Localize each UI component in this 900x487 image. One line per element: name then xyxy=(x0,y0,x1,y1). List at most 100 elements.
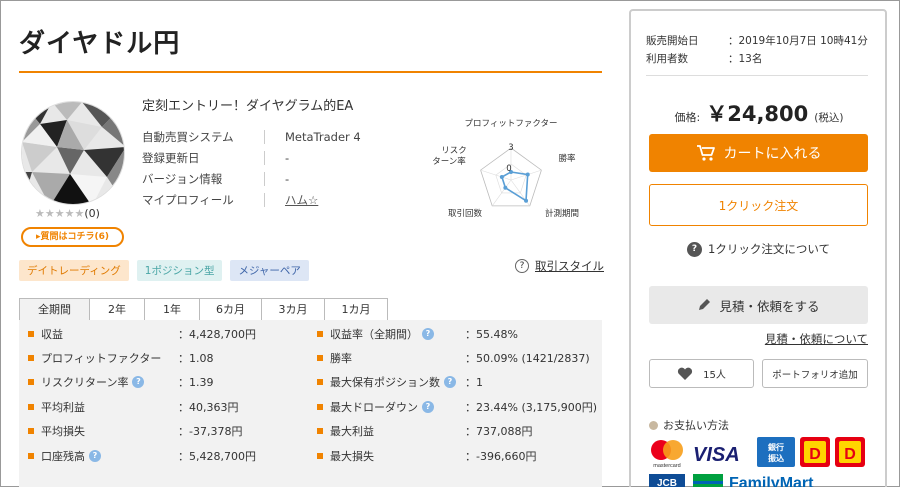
stat-row: リスクリターン率? ：1.39 xyxy=(28,370,214,393)
info-value: - xyxy=(285,150,290,165)
help-icon[interactable]: ? xyxy=(89,449,101,462)
tag-major-pair[interactable]: メジャーペア xyxy=(230,260,309,281)
visa-logo: VISA xyxy=(693,444,740,466)
cart-icon xyxy=(696,145,715,161)
stat-value: ：40,363円 xyxy=(178,400,239,414)
radar-chart: プロフィットファクター 勝率 計測期間 取引回数 リスク ターン率 3 0 xyxy=(432,119,579,219)
radar-label-trades: 取引回数 xyxy=(448,208,483,219)
stat-value: ：4,428,700円 xyxy=(178,327,256,341)
stat-value: ：1.08 xyxy=(178,351,214,365)
svg-text:D: D xyxy=(809,446,821,463)
jcb-logo: JCB xyxy=(649,474,685,487)
profile-link[interactable]: ハム☆ xyxy=(285,192,385,208)
quote-about-link[interactable]: 見積・依頼について xyxy=(701,331,868,347)
familymart-logo: FamilyMart xyxy=(693,474,814,487)
meta-value: ：13名 xyxy=(728,52,763,65)
review-count: (0) xyxy=(84,207,100,220)
stat-label: 平均利益 xyxy=(41,400,85,414)
price-value: ￥24,800 xyxy=(706,102,809,126)
tab-all[interactable]: 全期間 xyxy=(19,298,90,321)
title-divider xyxy=(19,71,602,73)
meta-key: 販売開始日 xyxy=(646,34,699,47)
radar-scale-mid: 0 xyxy=(506,164,511,174)
help-icon[interactable]: ? xyxy=(422,327,434,340)
stat-label: 最大利益 xyxy=(330,424,374,438)
radar-label-risk-1: リスク xyxy=(441,146,467,156)
stat-row: 収益率（全期間）? ：55.48% xyxy=(317,322,518,345)
info-row-updated: 登録更新日 - xyxy=(142,147,385,168)
stat-value: ：55.48% xyxy=(465,327,518,341)
stat-row: 最大利益 ：737,088円 xyxy=(317,419,533,442)
meta-key: 利用者数 xyxy=(646,52,688,65)
help-icon[interactable]: ? xyxy=(422,400,434,413)
stat-label: 口座残高 xyxy=(41,449,85,463)
bullet-icon xyxy=(649,420,658,430)
stat-label: 勝率 xyxy=(330,351,352,365)
stat-value: ：-37,378円 xyxy=(178,424,243,438)
meta-value: ：2019年10月7日 10時41分 xyxy=(728,34,868,47)
info-row-version: バージョン情報 - xyxy=(142,168,385,189)
meta-row: 販売開始日 ：2019年10月7日 10時41分 xyxy=(646,31,868,49)
cart-label: カートに入れる xyxy=(723,146,822,162)
add-to-cart-button[interactable]: カートに入れる xyxy=(649,134,868,172)
price-label: 価格: xyxy=(674,111,701,124)
tab-3m[interactable]: 3カ月 xyxy=(261,298,325,321)
quote-label: 見積・依頼をする xyxy=(719,298,820,314)
favorite-count: 15人 xyxy=(703,370,726,381)
radar-label-winrate: 勝率 xyxy=(558,153,576,164)
help-icon: ? xyxy=(515,259,529,273)
info-value: MetaTrader 4 xyxy=(285,129,361,144)
info-row-profile: マイプロフィール ハム☆ xyxy=(142,189,385,210)
tab-6m[interactable]: 6カ月 xyxy=(199,298,262,321)
radar-point-winrate xyxy=(525,172,530,177)
stat-label: 平均損失 xyxy=(41,424,85,438)
svg-text:銀行: 銀行 xyxy=(767,442,784,452)
stat-label: プロフィットファクター xyxy=(41,351,162,365)
price: 価格: ￥24,800 (税込) xyxy=(649,98,869,128)
stat-label: 最大ドローダウン xyxy=(330,400,418,414)
payment-heading: お支払い方法 xyxy=(649,417,729,433)
stat-row: プロフィットファクター ：1.08 xyxy=(28,346,214,369)
stat-value: ：-396,660円 xyxy=(465,449,537,463)
stat-row: 平均損失 ：-37,378円 xyxy=(28,419,242,442)
question-button[interactable]: ▸質問はコチラ(6) xyxy=(21,227,124,247)
trade-style-link[interactable]: ? 取引スタイル xyxy=(515,258,604,274)
help-icon[interactable]: ? xyxy=(132,375,145,388)
stat-value: ：5,428,700円 xyxy=(178,449,256,463)
daily-logo: D xyxy=(835,437,865,467)
one-click-about-link[interactable]: ? 1クリック注文について xyxy=(649,241,868,257)
bank-transfer-logo: 銀行 振込 xyxy=(757,437,795,467)
radar-point-trades xyxy=(503,185,508,190)
one-click-order-button[interactable]: 1クリック注文 xyxy=(649,184,868,226)
help-icon[interactable]: ? xyxy=(444,375,456,388)
add-portfolio-button[interactable]: ポートフォリオ追加 xyxy=(762,359,868,388)
radar-point-period xyxy=(524,198,529,203)
mastercard-logo: mastercard xyxy=(651,440,683,469)
quote-request-button[interactable]: 見積・依頼をする xyxy=(649,286,868,324)
stat-value: ：1.39 xyxy=(178,375,214,389)
stat-row: 最大ドローダウン? ：23.44% (3,175,900円) xyxy=(317,395,597,418)
stat-row: 平均利益 ：40,363円 xyxy=(28,395,239,418)
payment-logos: mastercard VISA 銀行 振込 D D JCB FamilyMart xyxy=(649,437,865,487)
info-row-system: 自動売買システム MetaTrader 4 xyxy=(142,126,385,147)
tab-2y[interactable]: 2年 xyxy=(89,298,145,321)
radar-label-pf: プロフィットファクター xyxy=(465,119,558,129)
favorite-button[interactable]: 15人 xyxy=(649,359,754,388)
payment-heading-label: お支払い方法 xyxy=(663,419,729,432)
stat-value: ：50.09% (1421/2837) xyxy=(465,351,590,365)
tab-1y[interactable]: 1年 xyxy=(144,298,200,321)
meta-divider xyxy=(646,75,868,76)
tab-1m[interactable]: 1カ月 xyxy=(324,298,388,321)
stat-label: リスクリターン率 xyxy=(41,375,129,389)
tag-daytrading[interactable]: デイトレーディング xyxy=(19,260,129,281)
tag-one-position[interactable]: 1ポジション型 xyxy=(136,260,223,281)
sale-meta: 販売開始日 ：2019年10月7日 10時41分 利用者数 ：13名 xyxy=(646,31,868,67)
meta-row: 利用者数 ：13名 xyxy=(646,49,868,67)
stat-label: 収益率（全期間） xyxy=(330,327,418,341)
product-avatar xyxy=(21,101,125,205)
info-key: バージョン情報 xyxy=(142,171,223,186)
svg-text:振込: 振込 xyxy=(768,453,784,463)
stat-row: 最大保有ポジション数? ：1 xyxy=(317,370,483,393)
pencil-icon xyxy=(699,299,711,310)
stat-label: 最大損失 xyxy=(330,449,374,463)
